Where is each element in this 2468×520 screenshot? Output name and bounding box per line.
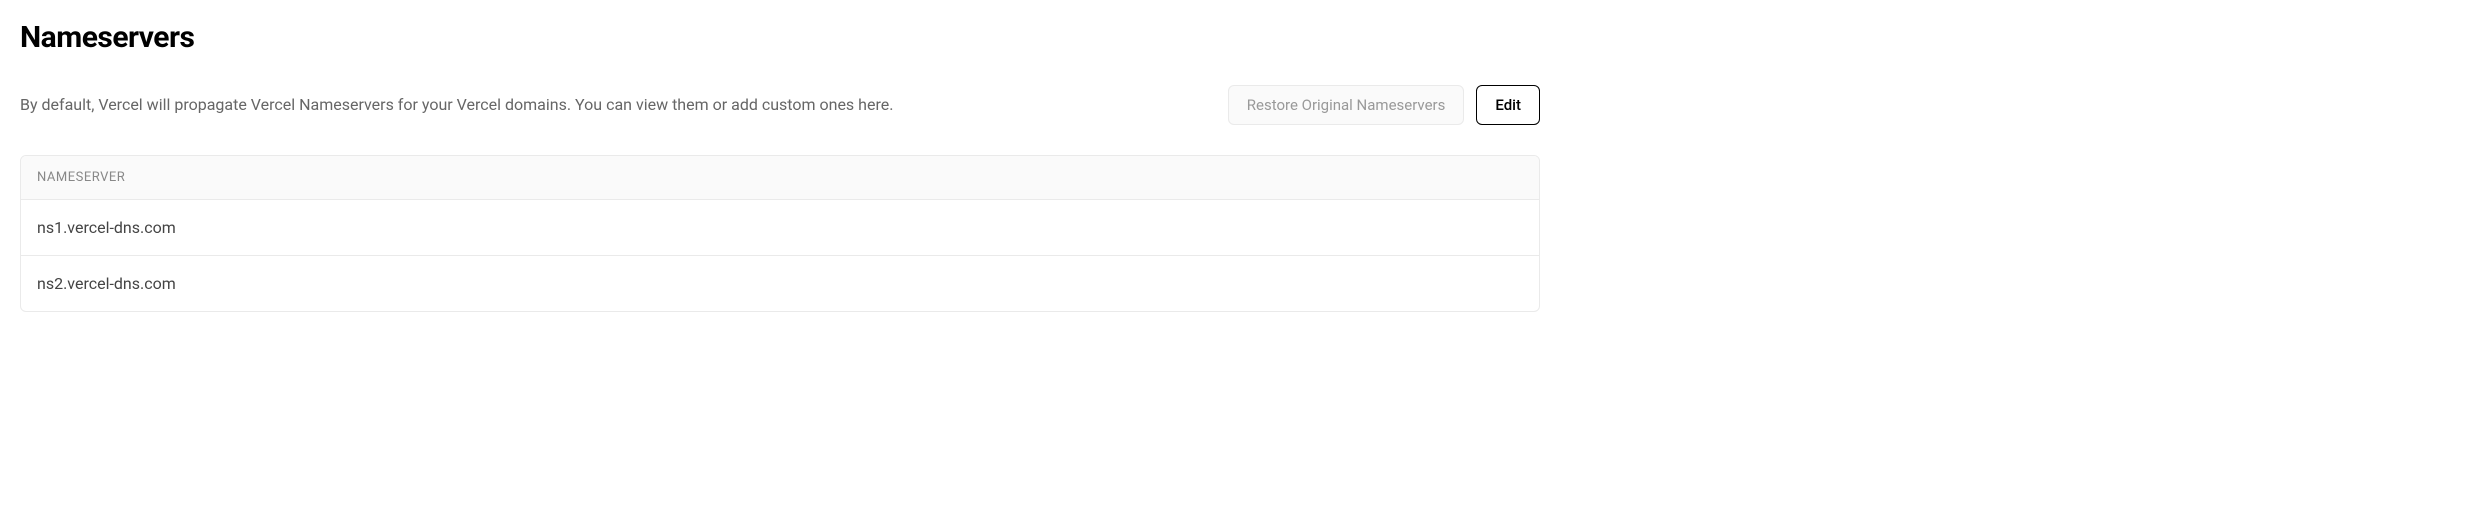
section-title: Nameservers [20, 20, 1540, 55]
edit-button[interactable]: Edit [1476, 85, 1540, 125]
table-row: ns2.vercel-dns.com [21, 256, 1539, 311]
nameservers-table: NAMESERVER ns1.vercel-dns.com ns2.vercel… [20, 155, 1540, 312]
table-column-header: NAMESERVER [21, 156, 1539, 200]
nameserver-value: ns2.vercel-dns.com [37, 274, 176, 293]
actions-group: Restore Original Nameservers Edit [1228, 85, 1540, 125]
nameservers-section: Nameservers By default, Vercel will prop… [20, 20, 1540, 312]
table-row: ns1.vercel-dns.com [21, 200, 1539, 256]
header-row: By default, Vercel will propagate Vercel… [20, 85, 1540, 125]
nameserver-value: ns1.vercel-dns.com [37, 218, 176, 237]
restore-nameservers-button[interactable]: Restore Original Nameservers [1228, 85, 1465, 125]
section-description: By default, Vercel will propagate Vercel… [20, 93, 1208, 117]
